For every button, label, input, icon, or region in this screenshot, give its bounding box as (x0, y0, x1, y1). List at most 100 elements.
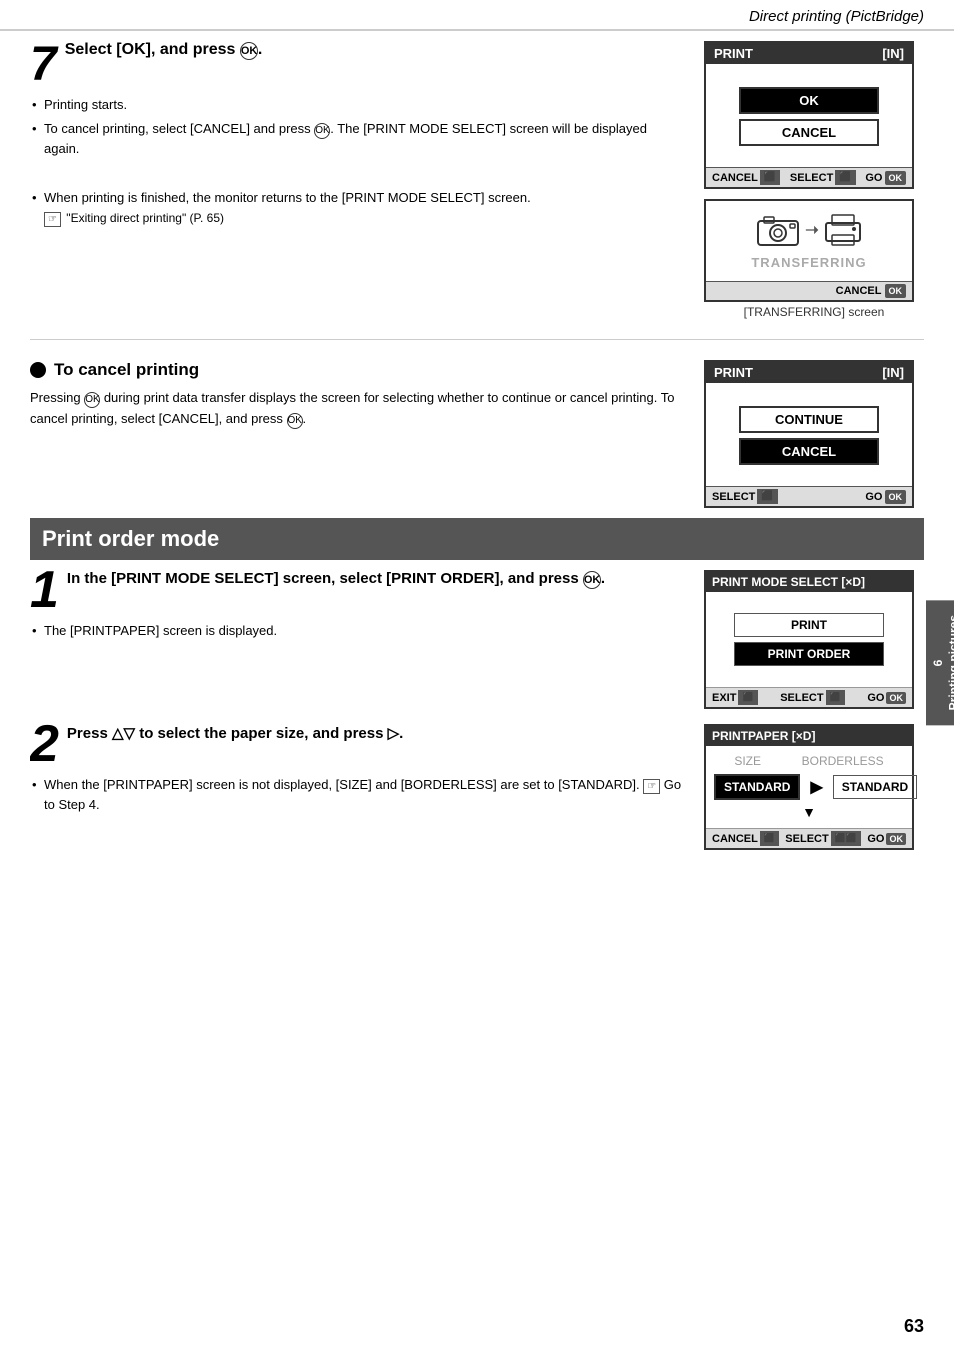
pms-header: PRINT MODE SELECT [×D] (706, 572, 912, 592)
screen3-continue-btn[interactable]: CONTINUE (739, 406, 879, 433)
step7-bullet-2: To cancel printing, select [CANCEL] and … (30, 119, 684, 159)
pp-size-label: SIZE (734, 754, 761, 768)
screen3-footer-go: GO OK (865, 490, 906, 504)
step1-bullets: The [PRINTPAPER] screen is displayed. (30, 621, 684, 645)
page-number: 63 (904, 1316, 924, 1337)
pp-cancel-icon: ⬛ (760, 831, 779, 846)
step7-ref: ☞ "Exiting direct printing" (P. 65) (44, 211, 224, 225)
print-screen-3-footer: SELECT ⬛ GO OK (706, 486, 912, 506)
page-header: Direct printing (PictBridge) (0, 0, 954, 31)
pp-screen-wrapper: PRINTPAPER [×D] SIZE BORDERLESS STANDARD… (704, 724, 924, 850)
print-order-title: Print order mode (42, 526, 219, 551)
side-tab: 6Printing pictures (926, 600, 954, 725)
print-screen-3-body: CONTINUE CANCEL (706, 383, 912, 486)
transfer-caption: [TRANSFERRING] screen (704, 305, 924, 319)
ok-circle-icon: OK (84, 392, 100, 408)
print-screen-3: PRINT [IN] CONTINUE CANCEL SELECT ⬛ (704, 360, 914, 508)
footer-cancel-label: CANCEL (712, 172, 758, 184)
section-7-right: PRINT [IN] OK CANCEL CANCEL ⬛ (704, 41, 924, 319)
footer-select-label: SELECT (790, 172, 833, 184)
book-ref-icon: ☞ (44, 212, 61, 227)
step1-bullet-1: The [PRINTPAPER] screen is displayed. (30, 621, 684, 641)
step1-row: 1 In the [PRINT MODE SELECT] screen, sel… (30, 570, 924, 709)
print-screen-3-badge: [IN] (882, 365, 904, 380)
pp-standard-left: STANDARD (714, 774, 800, 800)
step1-content: 1 In the [PRINT MODE SELECT] screen, sel… (30, 570, 684, 709)
pms-body: PRINT PRINT ORDER (706, 592, 912, 687)
step7-number: 7 (30, 41, 57, 89)
footer-select-icon: ⬛ (835, 170, 855, 185)
step7-bullets: Printing starts. To cancel printing, sel… (30, 95, 684, 158)
transfer-footer-ok: OK (885, 284, 907, 298)
side-tab-label: 6Printing pictures (931, 615, 954, 710)
step1-title-text: In the [PRINT MODE SELECT] screen, selec… (67, 570, 605, 587)
step2-title: 2 Press △▽ to select the paper size, and… (30, 724, 684, 770)
transfer-text: TRANSFERRING (751, 255, 866, 270)
pms-exit-item: EXIT ⬛ (712, 690, 758, 705)
footer-select-item: SELECT ⬛ (790, 170, 856, 185)
circle-bullet-icon (30, 362, 46, 378)
screen3-ok-icon: OK (885, 490, 907, 504)
screen1-ok-btn[interactable]: OK (739, 87, 879, 114)
steps-area: 1 In the [PRINT MODE SELECT] screen, sel… (30, 570, 924, 850)
pms-print-order-btn[interactable]: PRINT ORDER (734, 642, 884, 666)
print-screen-1-header: PRINT [IN] (706, 43, 912, 64)
transfer-footer-cancel: CANCEL (836, 285, 882, 297)
footer-go-item: GO OK (865, 171, 906, 185)
pms-select-item: SELECT ⬛ (780, 690, 845, 705)
step7-bullet-3-list: When printing is finished, the monitor r… (30, 188, 684, 227)
cancel-section: To cancel printing Pressing OK during pr… (30, 360, 924, 508)
page-container: Direct printing (PictBridge) 6Printing p… (0, 0, 954, 1357)
pms-go-label: GO (867, 692, 884, 704)
pp-header: PRINTPAPER [×D] (706, 726, 912, 746)
divider-1 (30, 339, 924, 340)
pms-select-icon: ⬛ (826, 690, 845, 705)
pms-ok-icon: OK (886, 692, 906, 704)
footer-go-label: GO (865, 172, 882, 184)
print-screen-1-body: OK CANCEL (706, 64, 912, 167)
ok-circle-icon-2: OK (287, 413, 303, 429)
pp-body: SIZE BORDERLESS STANDARD ▶ STANDARD ▼ (706, 746, 912, 828)
pp-standard-right: STANDARD (833, 775, 917, 799)
cancel-heading: To cancel printing (30, 360, 684, 380)
pp-cancel-item: CANCEL ⬛ (712, 831, 779, 846)
printer-icon (824, 213, 862, 247)
pms-go-item: GO OK (867, 692, 906, 704)
print-screen-1: PRINT [IN] OK CANCEL CANCEL ⬛ (704, 41, 914, 189)
step2-title-text: Press △▽ to select the paper size, and p… (67, 725, 403, 742)
screen3-cancel-btn[interactable]: CANCEL (739, 438, 879, 465)
step2-content: 2 Press △▽ to select the paper size, and… (30, 724, 684, 850)
pp-select-icon: ⬛⬛ (831, 831, 861, 846)
pms-select-label: SELECT (780, 692, 823, 704)
screen1-cancel-btn[interactable]: CANCEL (739, 119, 879, 146)
step2-row: 2 Press △▽ to select the paper size, and… (30, 724, 924, 850)
pp-go-label: GO (867, 833, 884, 845)
pms-exit-label: EXIT (712, 692, 736, 704)
main-content: 7 Select [OK], and press OK. Printing st… (0, 31, 954, 860)
step7-title: Select [OK], and press OK. (65, 41, 263, 58)
screen3-select-icon: ⬛ (757, 489, 777, 504)
pms-print-btn[interactable]: PRINT (734, 613, 884, 637)
footer-cancel-icon: ⬛ (760, 170, 780, 185)
pp-borderless-label: BORDERLESS (802, 754, 884, 768)
footer-go-icon: OK (885, 171, 907, 185)
transfer-body: ➝ TRANSFERRING (706, 201, 912, 281)
print-order-banner: Print order mode (30, 518, 924, 560)
section-7: 7 Select [OK], and press OK. Printing st… (30, 41, 924, 319)
camera-icon (756, 213, 800, 247)
pms-footer: EXIT ⬛ SELECT ⬛ GO OK (706, 687, 912, 707)
pp-select-label: SELECT (785, 833, 828, 845)
transfer-icons: ➝ (756, 213, 861, 247)
screen3-footer-select: SELECT ⬛ (712, 489, 778, 504)
go-to-ref-icon: ☞ (643, 779, 660, 794)
pp-screen: PRINTPAPER [×D] SIZE BORDERLESS STANDARD… (704, 724, 914, 850)
pp-select-item: SELECT ⬛⬛ (785, 831, 861, 846)
header-title: Direct printing (PictBridge) (749, 8, 924, 25)
pp-arrow-icon: ▶ (810, 777, 822, 797)
cancel-screen-wrapper: PRINT [IN] CONTINUE CANCEL SELECT ⬛ (704, 360, 924, 508)
print-screen-1-badge: [IN] (882, 46, 904, 61)
pp-ok-icon: OK (886, 833, 906, 845)
transferring-screen: ➝ TRANSFERRING (704, 199, 914, 302)
ok-circle-step1: OK (583, 571, 601, 589)
section-7-left: 7 Select [OK], and press OK. Printing st… (30, 41, 684, 319)
